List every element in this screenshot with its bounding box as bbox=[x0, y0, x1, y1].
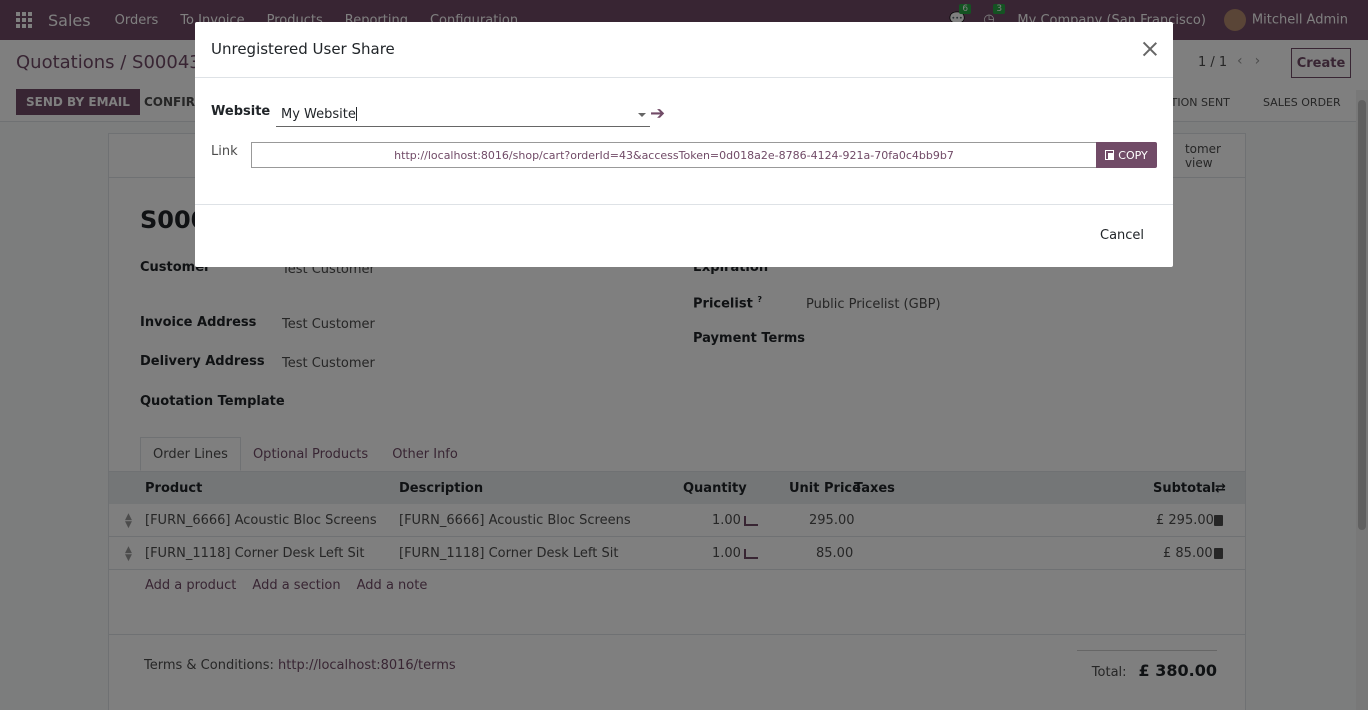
copy-button[interactable]: COPY bbox=[1096, 142, 1157, 168]
chevron-down-icon[interactable] bbox=[638, 113, 646, 117]
dialog-header: Unregistered User Share bbox=[195, 22, 1173, 78]
copy-label: COPY bbox=[1118, 148, 1148, 162]
share-dialog: Unregistered User Share Website My Websi… bbox=[195, 22, 1173, 267]
close-icon[interactable] bbox=[1139, 38, 1161, 60]
text-cursor bbox=[355, 107, 357, 121]
dialog-title: Unregistered User Share bbox=[211, 40, 395, 58]
cancel-button[interactable]: Cancel bbox=[1100, 228, 1144, 243]
copy-icon bbox=[1105, 150, 1115, 160]
website-select-value: My Website bbox=[281, 106, 356, 122]
dialog-footer: Cancel bbox=[195, 204, 1173, 267]
share-link-field[interactable]: http://localhost:8016/shop/cart?orderId=… bbox=[251, 142, 1096, 168]
arrow-right-icon[interactable]: ➔ bbox=[650, 105, 668, 123]
link-label: Link bbox=[211, 144, 238, 159]
website-label: Website bbox=[211, 104, 271, 119]
website-select[interactable]: My Website bbox=[276, 102, 650, 127]
